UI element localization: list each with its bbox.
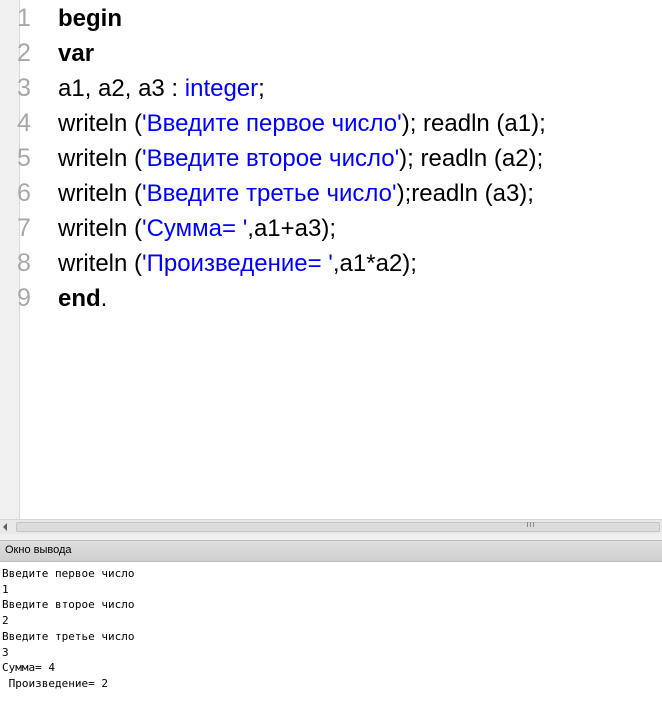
output-panel-title: Окно вывода [5,544,72,556]
keyword-token: end [58,285,101,312]
string-literal: 'Введите третье число' [142,180,397,207]
line-number: 2 [17,39,31,67]
code-text: writeln ('Введите третье число');readln … [58,176,534,211]
string-literal: 'Введите первое число' [142,110,402,137]
code-token: writeln ( [58,215,143,242]
output-panel-header: Окно вывода [0,540,662,562]
output-line: Введите второе число [2,598,135,612]
code-text: end. [58,281,107,316]
code-text: writeln ('Произведение= ',a1*a2); [58,246,417,281]
output-line: 3 [2,645,9,659]
line-number: 8 [17,249,31,277]
code-token: ; [258,75,265,102]
code-editor[interactable]: 1 begin 2 var 3 a1, a2, a3 : integer; 4 writeln… [0,0,662,519]
line-number: 5 [17,144,31,172]
type-token: integer [184,75,259,102]
output-line: Введите первое число [2,567,135,580]
horizontal-scrollbar[interactable] [0,519,662,534]
line-number: 3 [17,74,31,102]
output-line: Сумма= 4 [2,661,55,675]
string-literal: 'Введите второе число' [142,145,400,172]
code-text: a1, a2, a3 : integer; [58,71,265,106]
scrollbar-grip-icon [527,522,534,527]
keyword-token: var [58,40,95,67]
code-text: writeln ('Сумма= ',a1+a3); [58,211,336,246]
line-number: 9 [17,284,31,312]
code-text: begin [58,1,122,36]
code-token: a1, a2, a3 : [58,75,185,102]
line-number: 1 [17,4,31,32]
line-number: 6 [17,179,31,207]
code-text: writeln ('Введите первое число'); readln… [58,106,546,141]
scrollbar-thumb[interactable] [16,522,660,532]
code-token: ); readln (a1); [401,110,546,137]
code-token: );readln (a3); [396,180,534,207]
code-token: ,a1*a2); [332,250,417,277]
output-panel[interactable]: Введите первое число 1 Введите второе числ… [0,562,662,703]
line-number: 7 [17,214,31,242]
output-line: Произведение= 2 [2,676,108,690]
output-line: Введите третье число [2,629,135,643]
code-token: ,a1+a3); [247,215,337,242]
code-token: writeln ( [58,110,143,137]
code-text: var [58,36,94,71]
code-text: writeln ('Введите второе число'); readln… [58,141,543,176]
code-token: ); readln (a2); [399,145,544,172]
code-token: writeln ( [58,180,143,207]
output-line: 2 [2,614,9,628]
output-line: 1 [2,582,9,596]
line-number: 4 [17,109,31,137]
string-literal: 'Сумма= ' [142,215,248,242]
code-token: writeln ( [58,145,143,172]
code-token: . [100,285,108,312]
keyword-token: begin [58,5,122,32]
string-literal: 'Произведение= ' [142,250,333,277]
code-token: writeln ( [58,250,143,277]
scroll-left-icon[interactable] [3,523,7,531]
